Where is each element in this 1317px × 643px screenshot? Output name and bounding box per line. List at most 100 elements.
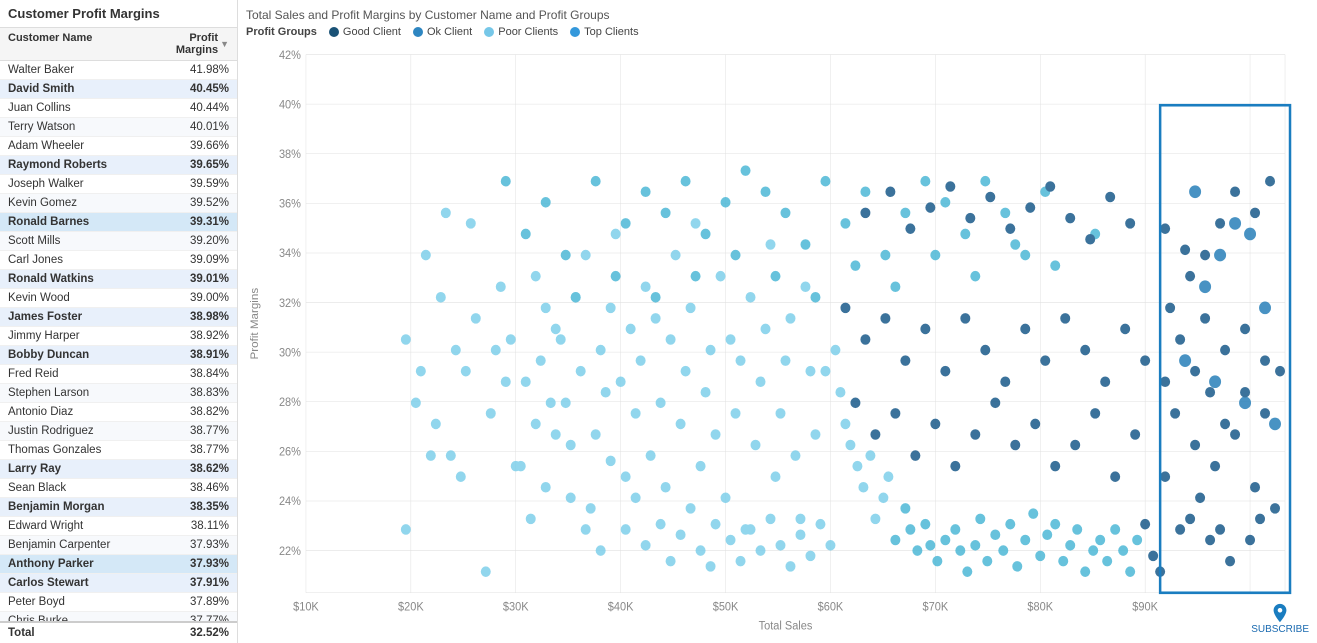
row-profit-margin: 38.77% bbox=[159, 444, 229, 456]
table-row[interactable]: Carl Jones39.09% bbox=[0, 251, 237, 270]
table-row[interactable]: James Foster38.98% bbox=[0, 308, 237, 327]
table-row[interactable]: Walter Baker41.98% bbox=[0, 61, 237, 80]
row-profit-margin: 38.92% bbox=[159, 330, 229, 342]
row-profit-margin: 39.20% bbox=[159, 235, 229, 247]
row-profit-margin: 38.82% bbox=[159, 406, 229, 418]
table-row[interactable]: Antonio Diaz38.82% bbox=[0, 403, 237, 422]
row-profit-margin: 38.77% bbox=[159, 425, 229, 437]
svg-text:$20K: $20K bbox=[398, 601, 424, 613]
row-profit-margin: 41.98% bbox=[159, 64, 229, 76]
table-row[interactable]: Jimmy Harper38.92% bbox=[0, 327, 237, 346]
row-customer-name: Carlos Stewart bbox=[8, 577, 159, 589]
table-row[interactable]: Larry Ray38.62% bbox=[0, 460, 237, 479]
svg-text:$80K: $80K bbox=[1027, 601, 1053, 613]
legend-item: Good Client bbox=[329, 26, 401, 38]
row-profit-margin: 39.09% bbox=[159, 254, 229, 266]
table-row[interactable]: Raymond Roberts39.65% bbox=[0, 156, 237, 175]
svg-text:32%: 32% bbox=[279, 298, 301, 310]
row-customer-name: Justin Rodriguez bbox=[8, 425, 159, 437]
row-customer-name: Juan Collins bbox=[8, 102, 159, 114]
table-row[interactable]: Juan Collins40.44% bbox=[0, 99, 237, 118]
row-customer-name: Thomas Gonzales bbox=[8, 444, 159, 456]
row-customer-name: Antonio Diaz bbox=[8, 406, 159, 418]
svg-text:30%: 30% bbox=[279, 347, 301, 359]
row-customer-name: Peter Boyd bbox=[8, 596, 159, 608]
rows-container: Walter Baker41.98%David Smith40.45%Juan … bbox=[0, 61, 237, 621]
table-row[interactable]: Kevin Gomez39.52% bbox=[0, 194, 237, 213]
svg-text:$50K: $50K bbox=[713, 601, 739, 613]
row-profit-margin: 39.31% bbox=[159, 216, 229, 228]
row-profit-margin: 38.62% bbox=[159, 463, 229, 475]
row-customer-name: David Smith bbox=[8, 83, 159, 95]
row-customer-name: Raymond Roberts bbox=[8, 159, 159, 171]
legend-dot bbox=[570, 27, 580, 37]
row-profit-margin: 38.84% bbox=[159, 368, 229, 380]
row-profit-margin: 38.11% bbox=[159, 520, 229, 532]
table-row[interactable]: Edward Wright38.11% bbox=[0, 517, 237, 536]
svg-text:24%: 24% bbox=[279, 496, 301, 508]
table-row[interactable]: Fred Reid38.84% bbox=[0, 365, 237, 384]
table-row[interactable]: Adam Wheeler39.66% bbox=[0, 137, 237, 156]
table-row[interactable]: Sean Black38.46% bbox=[0, 479, 237, 498]
table-row[interactable]: Peter Boyd37.89% bbox=[0, 593, 237, 612]
footer-name: Total bbox=[8, 627, 159, 639]
chart-area: Total Sales and Profit Margins by Custom… bbox=[238, 0, 1317, 643]
row-customer-name: Kevin Wood bbox=[8, 292, 159, 304]
row-customer-name: Terry Watson bbox=[8, 121, 159, 133]
table-row[interactable]: Terry Watson40.01% bbox=[0, 118, 237, 137]
legend-label: Top Clients bbox=[584, 26, 638, 38]
scroll-area[interactable]: Walter Baker41.98%David Smith40.45%Juan … bbox=[0, 61, 237, 621]
legend-dot bbox=[484, 27, 494, 37]
table-row[interactable]: Chris Burke37.77% bbox=[0, 612, 237, 621]
row-customer-name: Ronald Watkins bbox=[8, 273, 159, 285]
subscribe-label: SUBSCRIBE bbox=[1251, 624, 1309, 635]
table-row[interactable]: Justin Rodriguez38.77% bbox=[0, 422, 237, 441]
table-row[interactable]: Ronald Barnes39.31% bbox=[0, 213, 237, 232]
scatter-plot: 42% 40% 38% 36% 34% 32% 30% 28% 26% 24% … bbox=[246, 44, 1305, 635]
row-customer-name: Joseph Walker bbox=[8, 178, 159, 190]
legend-title: Profit Groups bbox=[246, 26, 317, 38]
legend-label: Ok Client bbox=[427, 26, 472, 38]
row-profit-margin: 39.01% bbox=[159, 273, 229, 285]
row-profit-margin: 39.00% bbox=[159, 292, 229, 304]
row-profit-margin: 38.83% bbox=[159, 387, 229, 399]
svg-text:$40K: $40K bbox=[608, 601, 634, 613]
table-row[interactable]: Carlos Stewart37.91% bbox=[0, 574, 237, 593]
table-row[interactable]: Bobby Duncan38.91% bbox=[0, 346, 237, 365]
table-row[interactable]: Thomas Gonzales38.77% bbox=[0, 441, 237, 460]
row-customer-name: Larry Ray bbox=[8, 463, 159, 475]
table-row[interactable]: David Smith40.45% bbox=[0, 80, 237, 99]
footer-value: 32.52% bbox=[159, 627, 229, 639]
col-value-header: Profit Margins ▼ bbox=[159, 32, 229, 56]
row-profit-margin: 39.65% bbox=[159, 159, 229, 171]
row-profit-margin: 40.45% bbox=[159, 83, 229, 95]
table-row[interactable]: Benjamin Morgan38.35% bbox=[0, 498, 237, 517]
table-row[interactable]: Anthony Parker37.93% bbox=[0, 555, 237, 574]
svg-text:$60K: $60K bbox=[818, 601, 844, 613]
legend-item: Ok Client bbox=[413, 26, 472, 38]
legend-item: Top Clients bbox=[570, 26, 638, 38]
table-row[interactable]: Benjamin Carpenter37.93% bbox=[0, 536, 237, 555]
svg-text:34%: 34% bbox=[279, 248, 301, 260]
table-row[interactable]: Kevin Wood39.00% bbox=[0, 289, 237, 308]
svg-text:$30K: $30K bbox=[503, 601, 529, 613]
chart-container[interactable]: 42% 40% 38% 36% 34% 32% 30% 28% 26% 24% … bbox=[246, 44, 1305, 635]
row-profit-margin: 38.35% bbox=[159, 501, 229, 513]
svg-text:$90K: $90K bbox=[1132, 601, 1158, 613]
row-customer-name: Anthony Parker bbox=[8, 558, 159, 570]
row-customer-name: Jimmy Harper bbox=[8, 330, 159, 342]
row-customer-name: Chris Burke bbox=[8, 615, 159, 621]
table-row[interactable]: Stephen Larson38.83% bbox=[0, 384, 237, 403]
row-profit-margin: 37.91% bbox=[159, 577, 229, 589]
table-row[interactable]: Ronald Watkins39.01% bbox=[0, 270, 237, 289]
subscribe-button[interactable]: SUBSCRIBE bbox=[1251, 602, 1309, 635]
table-row[interactable]: Joseph Walker39.59% bbox=[0, 175, 237, 194]
chart-title: Total Sales and Profit Margins by Custom… bbox=[246, 8, 1305, 22]
row-customer-name: James Foster bbox=[8, 311, 159, 323]
legend-dot bbox=[413, 27, 423, 37]
left-panel: Customer Profit Margins Customer Name Pr… bbox=[0, 0, 238, 643]
svg-text:40%: 40% bbox=[279, 99, 301, 111]
row-customer-name: Stephen Larson bbox=[8, 387, 159, 399]
table-row[interactable]: Scott Mills39.20% bbox=[0, 232, 237, 251]
row-customer-name: Benjamin Morgan bbox=[8, 501, 159, 513]
